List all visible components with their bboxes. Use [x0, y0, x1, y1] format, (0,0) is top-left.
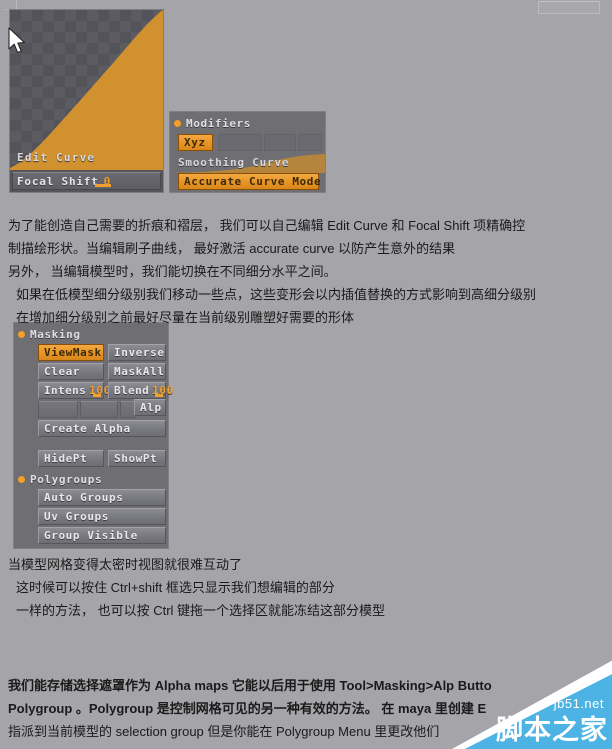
text-line: 在增加细分级别之前最好尽量在当前级别雕塑好需要的形体 — [16, 310, 355, 325]
smoothing-curve-label: Smoothing Curve — [178, 156, 290, 169]
hide-pt-button[interactable]: HidePt — [38, 450, 104, 467]
masking-palette: Masking ViewMask Inverse Clear MaskAll I… — [13, 322, 173, 549]
polygroups-title: Polygroups — [30, 472, 103, 486]
alp-button[interactable]: Alp — [134, 399, 166, 416]
view-mask-button[interactable]: ViewMask — [38, 344, 104, 361]
section-bullet-icon — [18, 330, 25, 338]
focal-shift-slider[interactable]: Focal Shift 0 — [12, 172, 161, 190]
text-line: 为了能创造自己需要的折痕和褶层， 我们可以自己编辑 Edit Curve 和 F… — [8, 218, 526, 233]
text-line: 当模型网格变得太密时视图就很难互动了 — [8, 557, 243, 572]
edit-curve-panel: Edit Curve Focal Shift 0 — [9, 9, 164, 193]
text-line: 一样的方法， 也可以按 Ctrl 键拖一个选择区就能冻结这部分模型 — [16, 603, 386, 618]
show-pt-button[interactable]: ShowPt — [108, 450, 166, 467]
focal-shift-handle[interactable] — [95, 184, 111, 187]
blend-label: Blend — [114, 384, 150, 397]
uv-groups-button[interactable]: Uv Groups — [38, 508, 166, 525]
masking-title: Masking — [30, 327, 81, 341]
inverse-button[interactable]: Inverse — [108, 344, 166, 361]
text-line: 制描绘形状。当编辑刷子曲线， 最好激活 accurate curve 以防产生意… — [8, 241, 456, 256]
blend-slider-knob[interactable] — [155, 394, 163, 397]
mask-all-button[interactable]: MaskAll — [108, 363, 166, 380]
paragraph-block-1: 为了能创造自己需要的折痕和褶层， 我们可以自己编辑 Edit Curve 和 F… — [8, 214, 612, 329]
mask-slot-2[interactable] — [80, 401, 118, 418]
section-bullet-icon — [18, 475, 25, 483]
group-visible-button[interactable]: Group Visible — [38, 527, 166, 544]
text-line: Polygroup 。Polygroup 是控制网格可见的另一种有效的方法。 在… — [8, 701, 487, 716]
text-line: 我们能存储选择遮罩作为 Alpha maps 它能以后用于使用 Tool>Mas… — [8, 678, 492, 693]
section-bullet-icon — [174, 119, 181, 127]
paragraph-block-2: 当模型网格变得太密时视图就很难互动了 这时候可以按住 Ctrl+shift 框选… — [8, 553, 612, 622]
polygroups-section-header[interactable]: Polygroups — [18, 471, 102, 487]
clear-mask-button[interactable]: Clear — [38, 363, 104, 380]
modifier-slot-1[interactable] — [218, 134, 262, 151]
text-line: 指派到当前模型的 selection group 但是你能在 Polygroup… — [8, 724, 440, 739]
modifiers-title: Modifiers — [186, 116, 252, 130]
text-line: 另外， 当编辑模型时，我们能切换在不同细分水平之间。 — [8, 264, 337, 279]
mask-slot-1[interactable] — [38, 401, 78, 418]
smoothing-curve-row[interactable]: Smoothing Curve — [170, 154, 325, 173]
intens-label: Intens — [44, 384, 87, 397]
edit-curve-graph[interactable] — [10, 10, 163, 170]
modifier-slot-2[interactable] — [264, 134, 296, 151]
text-line: 这时候可以按住 Ctrl+shift 框选只显示我们想编辑的部分 — [16, 580, 335, 595]
create-alpha-button[interactable]: Create Alpha — [38, 420, 166, 437]
modifiers-section-header[interactable]: Modifiers — [174, 115, 314, 131]
top-right-partial-widget — [538, 1, 600, 14]
auto-groups-button[interactable]: Auto Groups — [38, 489, 166, 506]
mask-blend-slider[interactable]: Blend 100 — [108, 382, 173, 399]
modifier-slot-3[interactable] — [298, 134, 322, 151]
curve-shape-icon — [10, 10, 163, 170]
mask-intensity-slider[interactable]: Intens 100 — [38, 382, 110, 399]
intens-slider-knob[interactable] — [93, 394, 101, 397]
paragraph-block-3: 我们能存储选择遮罩作为 Alpha maps 它能以后用于使用 Tool>Mas… — [8, 674, 612, 743]
xyz-button[interactable]: Xyz — [178, 134, 213, 151]
accurate-curve-mode-button[interactable]: Accurate Curve Mode — [178, 173, 321, 190]
modifiers-panel: Modifiers Xyz Smoothing Curve Accurate C… — [169, 111, 326, 193]
focal-shift-label: Focal Shift — [17, 174, 99, 188]
text-line: 如果在低模型细分级别我们移动一些点，这些变形会以内插值替换的方式影响到高细分级别 — [16, 287, 537, 302]
